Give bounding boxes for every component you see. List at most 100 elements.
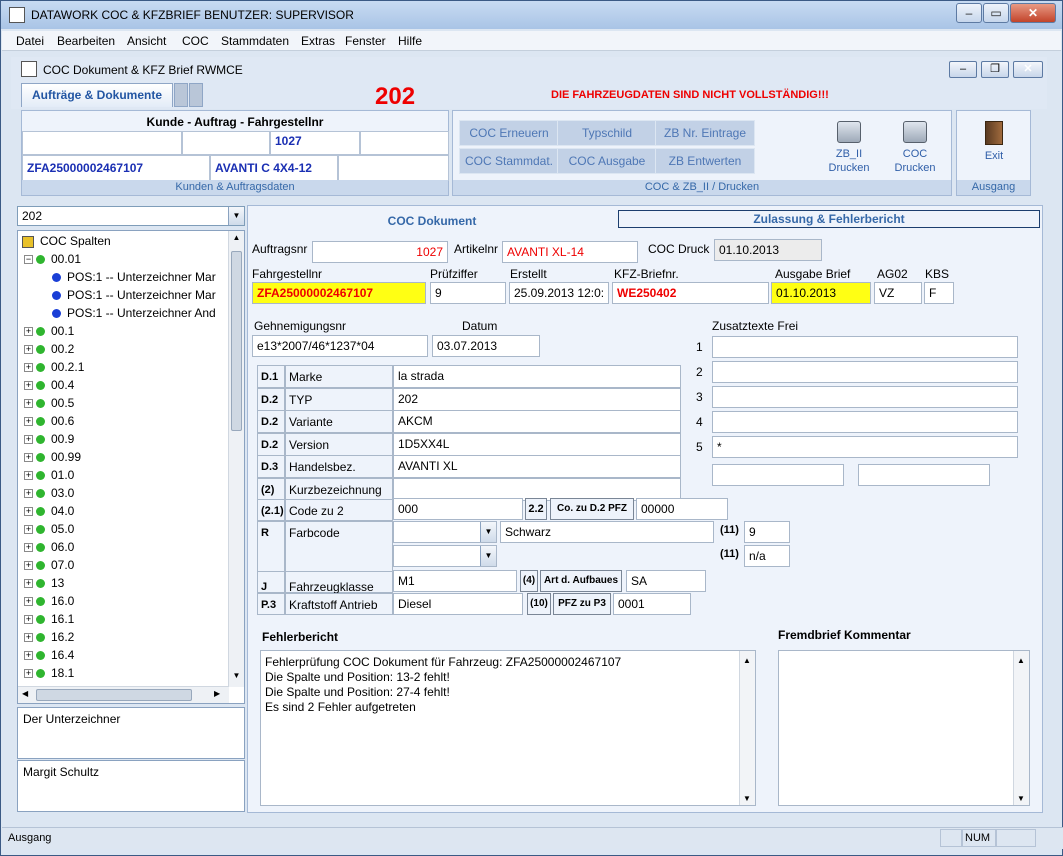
d-value-field[interactable]: la strada [393,365,681,388]
tree-item[interactable]: POS:1 -- Unterzeichner And [52,304,216,322]
zb-entwerten-button[interactable]: ZB Entwerten [655,148,755,174]
scroll-up-icon[interactable]: ▲ [231,233,242,247]
zusatz-field[interactable] [712,386,1018,408]
farbcode2-select[interactable]: ▼ [393,545,497,567]
typschild-button[interactable]: Typschild [557,120,657,146]
datum-field[interactable]: 03.07.2013 [432,335,540,357]
menu-extras[interactable]: Extras [301,34,335,48]
unterzeichner-memo[interactable]: Der Unterzeichner [17,707,245,759]
zusatz-extra-1[interactable] [712,464,844,486]
menu-stammdaten[interactable]: Stammdaten [221,34,289,48]
cocdruck-field[interactable]: 01.10.2013 [714,239,822,261]
ausgabe-field[interactable]: 01.10.2013 [771,282,871,304]
zb2-drucken-button[interactable]: ZB_II Drucken [823,121,875,175]
tree-expander-icon[interactable]: + [24,597,33,607]
tree-expander-icon[interactable]: + [24,435,33,445]
tree-expander-icon[interactable]: + [24,615,33,625]
tree-item[interactable]: +00.99 [24,448,81,466]
tree-root[interactable]: COC Spalten [22,232,111,250]
tab-zulassung-fehlerbericht[interactable]: Zulassung & Fehlerbericht [618,210,1040,228]
close-button[interactable]: ✕ [1010,3,1056,23]
menu-coc[interactable]: COC [182,34,209,48]
v11b-field[interactable]: n/a [744,545,790,567]
artikelnr-field[interactable]: AVANTI XL-14 [502,241,638,263]
tree-item[interactable]: +00.4 [24,376,74,394]
tree-item[interactable]: POS:1 -- Unterzeichner Mar [52,268,216,286]
tab-auftraege[interactable]: Aufträge & Dokumente [21,83,173,107]
d-value-field[interactable]: 202 [393,387,681,411]
tree-item[interactable]: +01.0 [24,466,74,484]
tree-expander-icon[interactable]: + [24,489,33,499]
tree-expander-icon[interactable]: + [24,561,33,571]
menu-datei[interactable]: Datei [16,34,44,48]
tree-item[interactable]: +00.6 [24,412,74,430]
tree-expander-icon[interactable]: + [24,579,33,589]
tree-hscroll-thumb[interactable] [36,689,192,701]
tree-item[interactable]: +00.2.1 [24,358,84,376]
menu-hilfe[interactable]: Hilfe [398,34,422,48]
tree-item[interactable]: +18.1 [24,664,74,682]
kbs-field[interactable]: F [924,282,954,304]
tree-scroll-thumb[interactable] [231,251,242,431]
scroll-up-icon[interactable]: ▲ [1017,653,1025,668]
cod2pfz-field[interactable]: 00000 [636,498,728,520]
sub-close-button[interactable]: ✕ [1013,61,1043,78]
name-memo[interactable]: Margit Schultz [17,760,245,812]
tab-coc-dokument[interactable]: COC Dokument [248,206,616,232]
kunde-cell-4[interactable] [360,131,449,155]
scroll-down-icon[interactable]: ▼ [743,791,751,806]
coc-erneuern-button[interactable]: COC Erneuern [459,120,559,146]
fahrgestellnr-field[interactable]: ZFA25000002467107 [252,282,426,304]
tree-item[interactable]: +16.2 [24,628,74,646]
tree-item[interactable]: +00.9 [24,430,74,448]
maximize-button[interactable]: ▭ [983,3,1009,23]
tree-horizontal-scrollbar[interactable]: ◀ ▶ [18,686,229,703]
tree-expander-icon[interactable]: + [24,507,33,517]
tree-item[interactable]: +05.0 [24,520,74,538]
tab-gray-1[interactable] [174,83,188,107]
tree-expander-icon[interactable]: + [24,651,33,661]
tree-expander-icon[interactable]: + [24,417,33,427]
tree-expander-icon[interactable]: + [24,471,33,481]
tree-expander-icon[interactable]: + [24,345,33,355]
gen-field[interactable]: e13*2007/46*1237*04 [252,335,428,357]
aufbau-field[interactable]: SA [626,570,706,592]
kunde-cell-1[interactable] [22,131,182,155]
chevron-down-icon[interactable]: ▼ [480,522,496,542]
kunde-fahrgestell-cell[interactable]: ZFA25000002467107 [22,155,210,181]
tree-item[interactable]: +16.0 [24,592,74,610]
tree-expander-icon[interactable]: − [24,255,33,265]
menu-fenster[interactable]: Fenster [345,34,386,48]
chevron-down-icon[interactable]: ▼ [228,207,244,225]
sub-minimize-button[interactable]: ‒ [949,61,977,78]
erstellt-field[interactable]: 25.09.2013 12:0: [509,282,609,304]
tree-item[interactable]: +03.0 [24,484,74,502]
coc-ausgabe-button[interactable]: COC Ausgabe [557,148,657,174]
kraft-field[interactable]: Diesel [393,593,523,615]
ag02-field[interactable]: VZ [874,282,922,304]
tree-item[interactable]: +06.0 [24,538,74,556]
scroll-down-icon[interactable]: ▼ [231,671,242,685]
kunde-cell-2[interactable] [182,131,270,155]
fehlerbericht-textarea[interactable]: Fehlerprüfung COC Dokument für Fahrzeug:… [260,650,756,806]
tree-expander-icon[interactable]: + [24,327,33,337]
zusatz-extra-2[interactable] [858,464,990,486]
auftragsnr-field[interactable]: 1027 [312,241,448,263]
tree-expander-icon[interactable]: + [24,525,33,535]
chevron-down-icon[interactable]: ▼ [480,546,496,566]
tree-expander-icon[interactable]: + [24,669,33,679]
tree-item[interactable]: POS:1 -- Unterzeichner Mar [52,286,216,304]
tree-expander-icon[interactable]: + [24,363,33,373]
tree-expander-icon[interactable]: + [24,399,33,409]
v11a-field[interactable]: 9 [744,521,790,543]
farbe-field[interactable]: Schwarz [500,521,714,543]
tree-expander-icon[interactable]: + [24,381,33,391]
menu-bearbeiten[interactable]: Bearbeiten [57,34,115,48]
exit-button[interactable]: Exit [967,121,1021,163]
tree-item[interactable]: +07.0 [24,556,74,574]
fremd-scrollbar[interactable]: ▲ ▼ [1013,651,1029,805]
tree-item[interactable]: +16.1 [24,610,74,628]
scroll-right-icon[interactable]: ▶ [214,689,220,698]
menu-ansicht[interactable]: Ansicht [127,34,166,48]
tree-expander-icon[interactable]: + [24,543,33,553]
